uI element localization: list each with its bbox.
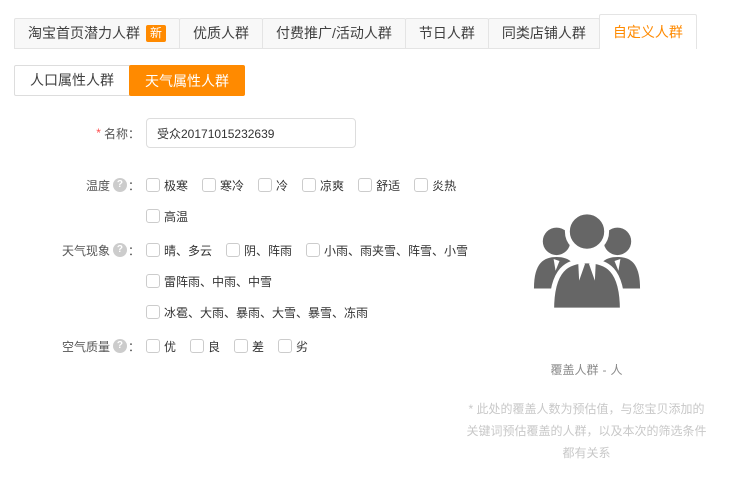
checkbox[interactable] <box>306 243 320 257</box>
checkbox[interactable] <box>146 243 160 257</box>
audience-name-input[interactable] <box>146 118 356 148</box>
tab-label: 优质人群 <box>193 25 249 41</box>
checkbox[interactable] <box>226 243 240 257</box>
weather-phenomena-row: 天气现象 ? ： 晴、多云 阴、阵雨 小雨、雨夹雪、阵雪、小雪 雷阵雨、中雨、中… <box>0 240 430 322</box>
tab-label: 付费推广/活动人群 <box>276 25 392 41</box>
checkbox-option[interactable]: 良 <box>190 338 220 355</box>
help-icon[interactable]: ? <box>113 178 127 192</box>
new-badge: 新 <box>146 25 166 42</box>
checkbox[interactable] <box>146 178 160 192</box>
checkbox[interactable] <box>190 339 204 353</box>
coverage-label: 覆盖人群 <box>550 363 598 377</box>
tab-similar-shop-audience[interactable]: 同类店铺人群 <box>488 18 600 49</box>
checkbox-option[interactable]: 雷阵雨、中雨、中雪 <box>146 273 272 290</box>
checkbox[interactable] <box>278 339 292 353</box>
air-quality-row: 空气质量 ? ： 优 良 差 劣 <box>0 336 430 356</box>
coverage-unit: 人 <box>611 363 623 377</box>
checkbox[interactable] <box>258 178 272 192</box>
coverage-count-text: 覆盖人群-人 <box>548 361 624 378</box>
coverage-note-line: 关键词预估覆盖的人群，以及本次的筛选条件 <box>466 420 706 442</box>
checkbox[interactable] <box>202 178 216 192</box>
coverage-value: - <box>603 363 607 377</box>
tab-label: 同类店铺人群 <box>502 25 586 41</box>
required-asterisk: * <box>96 126 101 140</box>
subtab-weather-audience[interactable]: 天气属性人群 <box>129 65 245 96</box>
tab-label: 节日人群 <box>419 25 475 41</box>
checkbox[interactable] <box>234 339 248 353</box>
audience-tab-bar: 淘宝首页潜力人群新 优质人群 付费推广/活动人群 节日人群 同类店铺人群 自定义… <box>14 14 743 49</box>
checkbox-option[interactable]: 冰雹、大雨、暴雨、大雪、暴雪、冻雨 <box>146 304 368 321</box>
checkbox-option[interactable]: 极寒 <box>146 177 188 194</box>
coverage-note-line: 都有关系 <box>466 442 706 464</box>
weather-phenomena-label: 天气现象 ? ： <box>0 240 140 260</box>
temperature-row: 温度 ? ： 极寒 寒冷 冷 凉爽 舒适 炎热 高温 <box>0 175 430 226</box>
tab-label: 自定义人群 <box>613 24 683 40</box>
checkbox[interactable] <box>146 339 160 353</box>
checkbox-option[interactable]: 高温 <box>146 208 188 225</box>
checkbox-option[interactable]: 差 <box>234 338 264 355</box>
coverage-note: * 此处的覆盖人数为预估值，与您宝贝添加的 关键词预估覆盖的人群，以及本次的筛选… <box>466 398 706 464</box>
checkbox[interactable] <box>146 274 160 288</box>
tab-taobao-homepage-potential[interactable]: 淘宝首页潜力人群新 <box>14 18 180 49</box>
checkbox[interactable] <box>358 178 372 192</box>
checkbox-option[interactable]: 晴、多云 <box>146 242 212 259</box>
subtab-demographic-audience[interactable]: 人口属性人群 <box>14 65 130 96</box>
checkbox-option[interactable]: 阴、阵雨 <box>226 242 292 259</box>
tab-custom-audience[interactable]: 自定义人群 <box>599 14 697 49</box>
coverage-summary-panel: 覆盖人群-人 * 此处的覆盖人数为预估值，与您宝贝添加的 关键词预估覆盖的人群，… <box>430 118 743 464</box>
tab-label: 淘宝首页潜力人群 <box>28 25 140 41</box>
coverage-note-line: * 此处的覆盖人数为预估值，与您宝贝添加的 <box>466 398 706 420</box>
tab-paid-promo-activity-audience[interactable]: 付费推广/活动人群 <box>262 18 406 49</box>
temperature-options-line2: 高温 <box>146 206 470 226</box>
help-icon[interactable]: ? <box>113 339 127 353</box>
subtab-label: 天气属性人群 <box>145 73 229 89</box>
audience-group-icon <box>528 204 646 319</box>
weather-audience-form: * 名称 ： 温度 ? ： 极寒 寒冷 冷 凉爽 舒适 <box>0 118 743 464</box>
form-column: * 名称 ： 温度 ? ： 极寒 寒冷 冷 凉爽 舒适 <box>0 118 430 464</box>
checkbox-option[interactable]: 舒适 <box>358 177 400 194</box>
help-icon[interactable]: ? <box>113 243 127 257</box>
checkbox-option[interactable]: 凉爽 <box>302 177 344 194</box>
temperature-label: 温度 ? ： <box>0 175 140 195</box>
checkbox[interactable] <box>302 178 316 192</box>
custom-audience-subtabs: 人口属性人群 天气属性人群 <box>14 65 743 96</box>
checkbox-option[interactable]: 寒冷 <box>202 177 244 194</box>
checkbox[interactable] <box>146 305 160 319</box>
checkbox[interactable] <box>146 209 160 223</box>
tab-premium-audience[interactable]: 优质人群 <box>179 18 263 49</box>
name-row: * 名称 ： <box>0 118 430 148</box>
checkbox-option[interactable]: 优 <box>146 338 176 355</box>
temperature-options-line1: 极寒 寒冷 冷 凉爽 舒适 炎热 <box>146 175 470 195</box>
subtab-label: 人口属性人群 <box>30 72 114 88</box>
air-quality-options: 优 良 差 劣 <box>146 336 430 356</box>
tab-festival-audience[interactable]: 节日人群 <box>405 18 489 49</box>
air-quality-label: 空气质量 ? ： <box>0 336 140 356</box>
checkbox-option[interactable]: 劣 <box>278 338 308 355</box>
name-label: * 名称 ： <box>0 118 140 148</box>
checkbox-option[interactable]: 冷 <box>258 177 288 194</box>
checkbox[interactable] <box>414 178 428 192</box>
